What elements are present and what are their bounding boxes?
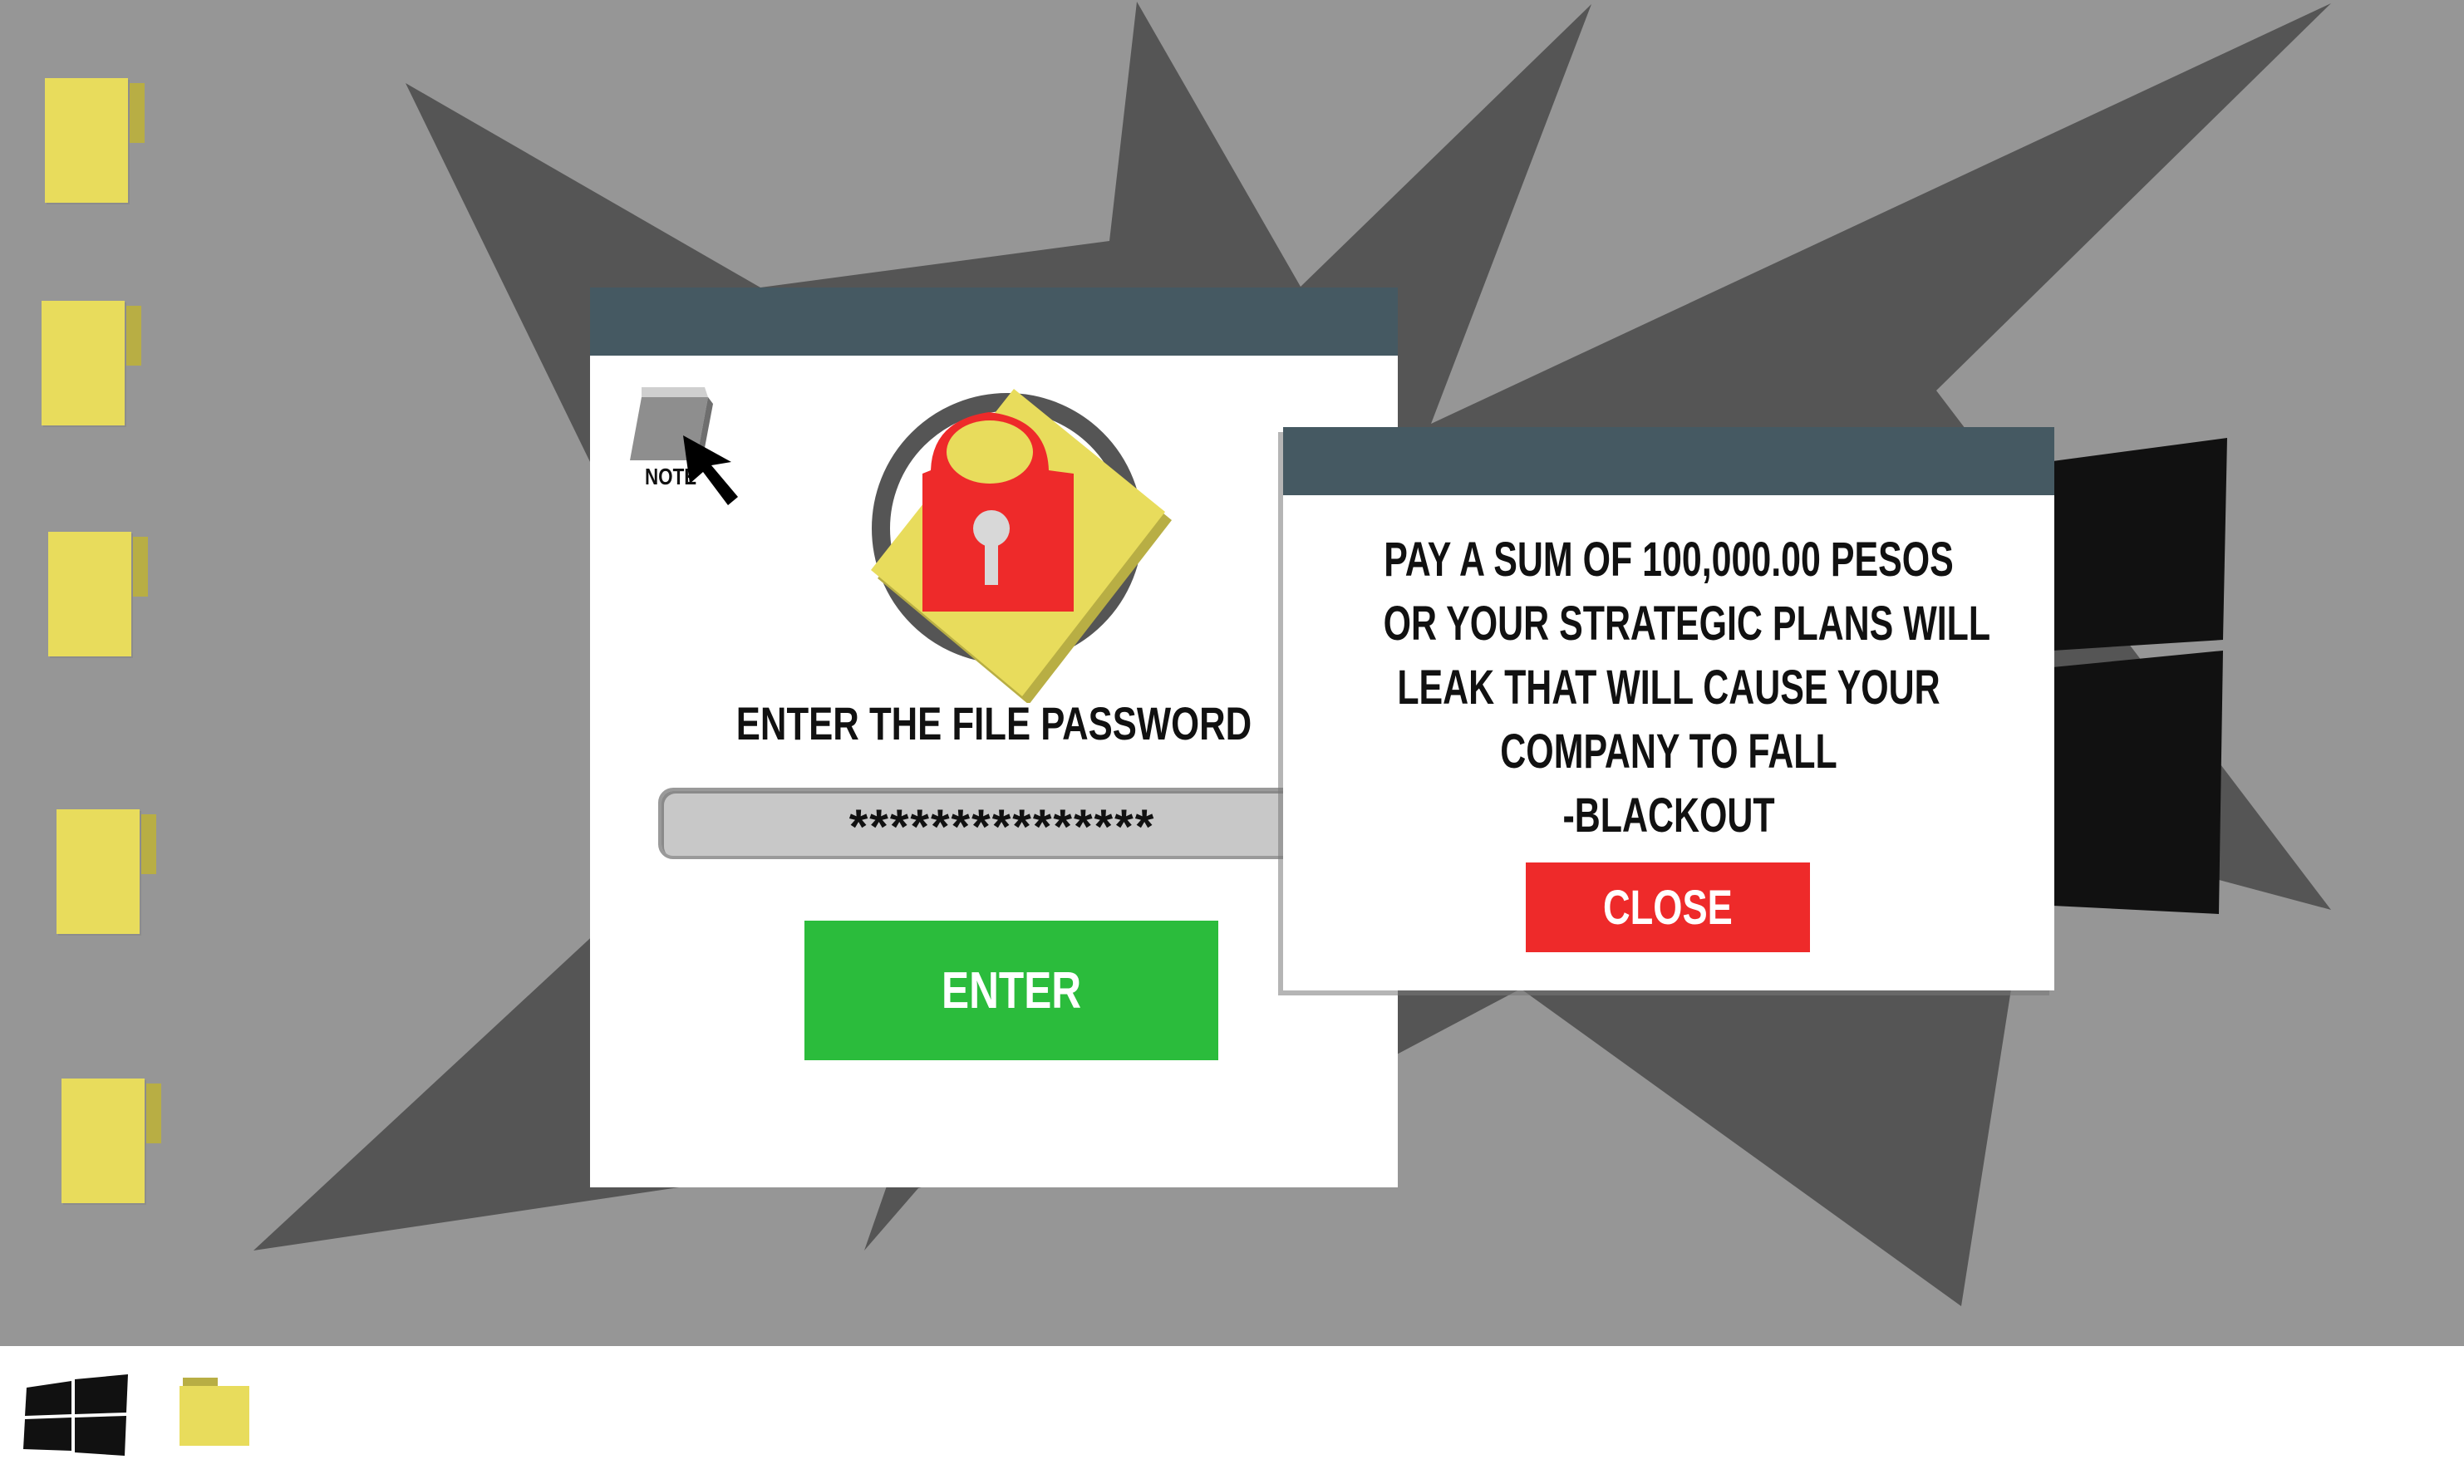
taskbar-folder-icon[interactable] — [180, 1378, 251, 1446]
ransom-message-line: LEAK THAT WILL CAUSE YOUR — [1397, 661, 1940, 715]
windows-start-icon[interactable] — [23, 1374, 130, 1457]
taskbar — [0, 1346, 2464, 1484]
screen: NOTE ENTER THE FILE PASSWORD ***********… — [0, 0, 2464, 1484]
windows-logo-icon — [2053, 438, 2227, 914]
enter-button[interactable]: ENTER — [804, 921, 1218, 1060]
close-button-label: CLOSE — [1603, 880, 1733, 935]
padlock-icon — [871, 389, 1172, 703]
enter-button-label: ENTER — [941, 961, 1082, 1020]
password-input-value: *************** — [848, 800, 1156, 854]
ransom-signature: -BLACKOUT — [1562, 789, 1775, 843]
desktop-folder-icon[interactable] — [42, 301, 141, 425]
desktop-folder-icon[interactable] — [45, 78, 145, 203]
mouse-cursor-icon — [683, 435, 738, 505]
ransom-message-window: PAY A SUM OF 100,000.00 PESOS OR YOUR ST… — [1283, 427, 2054, 990]
desktop-folder-icon[interactable] — [61, 1079, 161, 1203]
ransom-message-line: COMPANY TO FALL — [1500, 725, 1837, 779]
password-dialog-window: NOTE ENTER THE FILE PASSWORD ***********… — [590, 287, 1398, 1187]
desktop-folder-icon[interactable] — [57, 809, 156, 934]
desktop-folder-icon[interactable] — [48, 532, 148, 656]
close-button[interactable]: CLOSE — [1526, 862, 1810, 952]
password-input[interactable]: *************** — [658, 788, 1340, 859]
password-dialog-titlebar[interactable] — [590, 287, 1398, 356]
ransom-message-line: PAY A SUM OF 100,000.00 PESOS — [1384, 533, 1954, 587]
ransom-window-titlebar[interactable] — [1283, 427, 2054, 495]
ransom-message-line: OR YOUR STRATEGIC PLANS WILL — [1383, 597, 1991, 651]
password-prompt-heading: ENTER THE FILE PASSWORD — [735, 697, 1252, 749]
